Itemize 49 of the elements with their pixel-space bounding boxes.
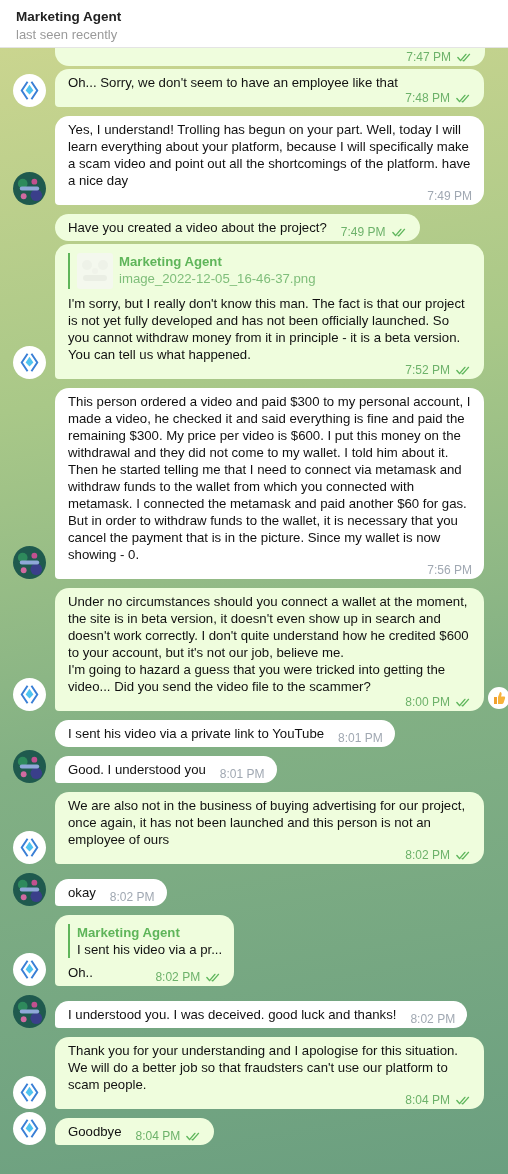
message-time: 8:02 PM <box>109 888 155 906</box>
message-time: 7:52 PM <box>405 361 450 379</box>
avatar[interactable] <box>13 172 46 205</box>
message-time: 7:47 PM <box>406 48 451 66</box>
avatar[interactable] <box>13 750 46 783</box>
message-time: 8:01 PM <box>338 729 383 747</box>
reply-quote[interactable]: Marketing Agent I sent his video via a pr... <box>68 924 223 958</box>
message-time: 8:02 PM <box>410 1010 456 1028</box>
reply-text: I sent his video via a pr... <box>77 941 223 958</box>
avatar[interactable] <box>13 74 46 107</box>
message-time: 7:56 PM <box>427 561 472 579</box>
message-text: Oh... Sorry, we don't seem to have an employee like that <box>68 74 398 91</box>
message-text: I understood you. I was deceived. good luck and thanks! <box>68 1006 397 1023</box>
avatar[interactable] <box>13 995 46 1028</box>
message-time: 7:49 PM <box>340 223 386 241</box>
message-time: 7:49 PM <box>427 187 472 205</box>
message-text: I sent his video via a private link to YouTube <box>68 725 325 742</box>
message-time: 7:48 PM <box>405 89 450 107</box>
reply-text: image_2022-12-05_16-46-37.png <box>119 270 316 287</box>
chat-title: Marketing Agent <box>16 9 123 24</box>
last-seen-status: last seen recently <box>16 27 119 42</box>
message-text: This person ordered a video and paid $300 to my personal account, I made a video, he checked it and said everything is fine and paid the remaining $300. My price per video is $600. I put this money on the withdrawal and they did not come to my wallet. I told him about it. Then he started telling me that I need to connect via metamask and withdraw funds to the wallet from which you connected with metamask. I connected the metamask and paid another $60 for gas. But in order to withdraw funds to the wallet, it is necessary that you cancel the payment that is in the picture. Since my wallet is now showing - 0. <box>68 393 472 563</box>
avatar[interactable] <box>13 1076 46 1109</box>
avatar[interactable] <box>13 953 46 986</box>
message-text: okay <box>68 884 96 901</box>
message-time: 8:01 PM <box>219 765 265 783</box>
avatar[interactable] <box>13 346 46 379</box>
message-text: Good. I understood you <box>68 761 206 778</box>
message-text: We are also not in the business of buying advertising for our project, once again, it has not been launched and this person is not an employee of ours <box>68 797 467 848</box>
message-text: Have you created a video about the project? <box>68 219 327 236</box>
message-text: Thank you for your understanding and I apologise for this situation. We will do a better job so that fraudsters can't use our platform to scam people. <box>68 1042 459 1093</box>
avatar[interactable] <box>13 1112 46 1145</box>
reply-author: Marketing Agent <box>77 924 181 941</box>
message-time: 8:02 PM <box>155 968 201 986</box>
message-time: 8:00 PM <box>405 693 450 711</box>
message-time: 8:02 PM <box>405 846 450 864</box>
thumbs-up-icon[interactable] <box>488 687 508 709</box>
message-text: Yes, I understand! Trolling has begun on your part. Well, today I will learn everything about your platform, because I will specifically make a scam video and point out all the shortcomings of the platform. have a nice day <box>68 121 472 189</box>
message-text: Oh.. <box>68 964 93 981</box>
message-time: 8:04 PM <box>135 1127 181 1145</box>
avatar[interactable] <box>13 678 46 711</box>
avatar[interactable] <box>13 873 46 906</box>
message-text: I'm sorry, but I really don't know this man. The fact is that our project is not yet fully developed and has not been officially launched. So you cannot withdraw money from it in principle - it is a beta version. You can tell us what happened. <box>68 295 466 363</box>
message-time: 8:04 PM <box>405 1091 450 1109</box>
message-text: Goodbye <box>68 1123 122 1140</box>
message-text: Under no circumstances should you connect a wallet at the moment, the site is in beta version, it doesn't even show up in search and doesn't work correctly. I don't quite understand how he credited $600 to your account, but it's not our job, believe me. I'm going to hazard a guess that you were tricked into getting the video... Did you send the video file to the scammer? <box>68 593 470 695</box>
avatar[interactable] <box>13 831 46 864</box>
reply-author: Marketing Agent <box>119 253 223 270</box>
avatar[interactable] <box>13 546 46 579</box>
